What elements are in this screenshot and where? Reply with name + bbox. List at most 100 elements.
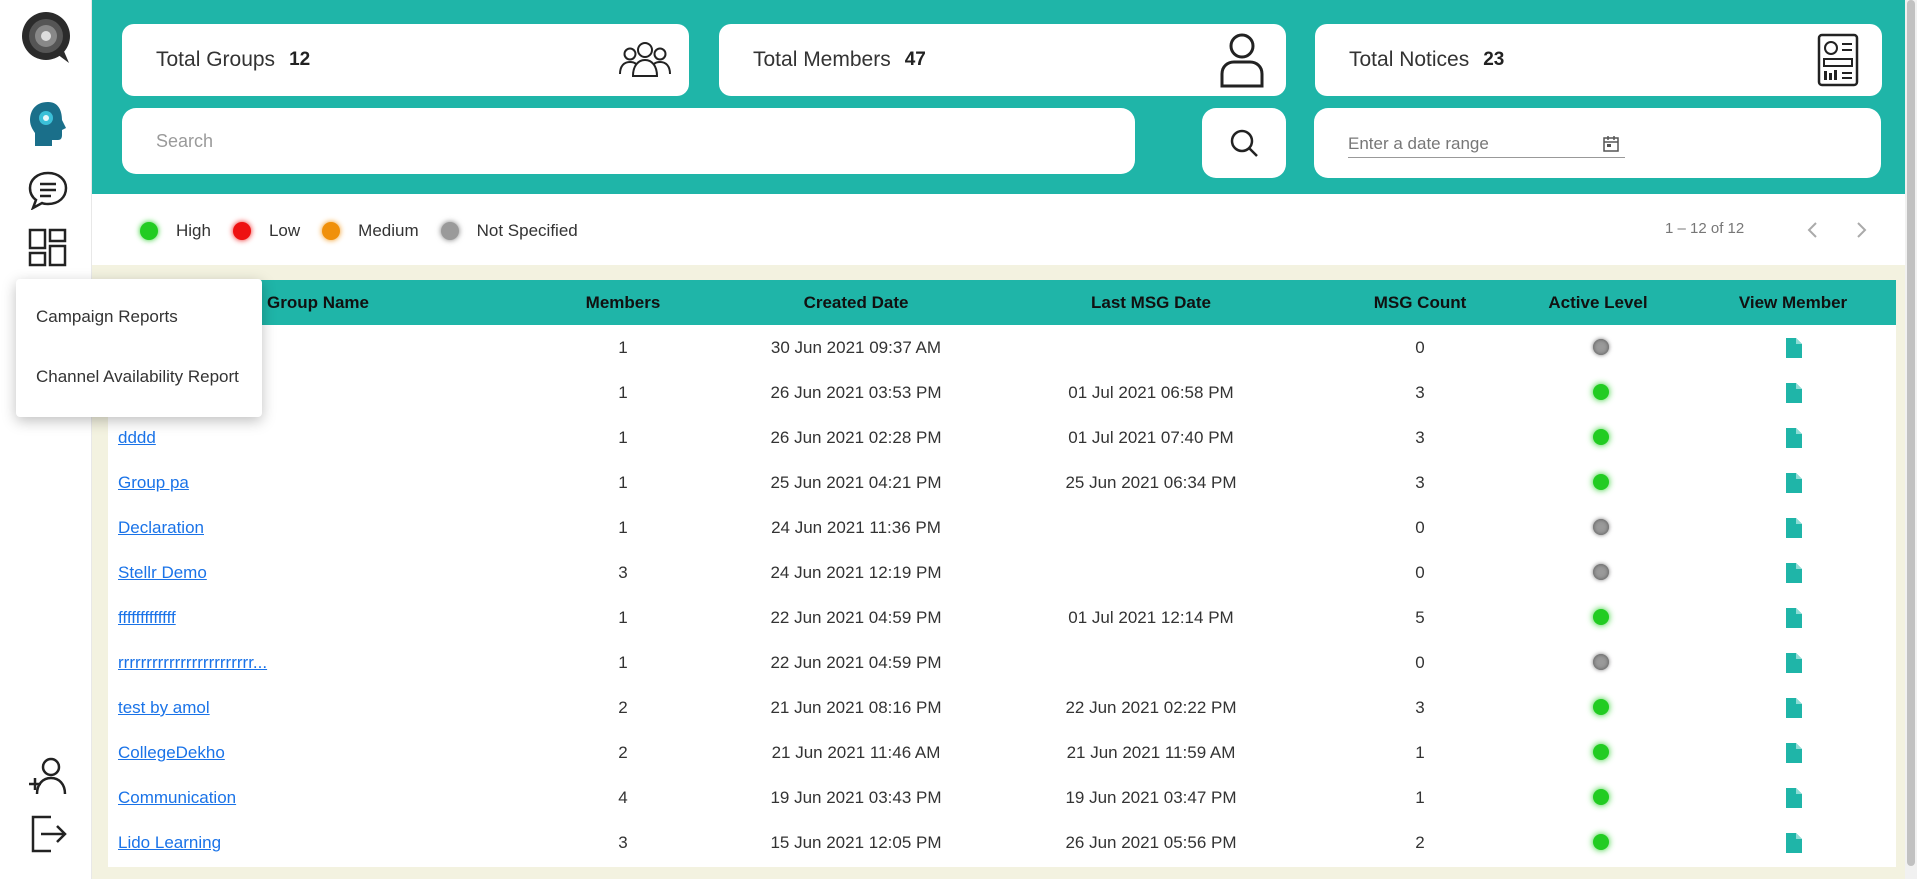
view-member-file-icon[interactable] <box>1786 563 1802 583</box>
pagination-range: 1 – 12 of 12 <box>1665 220 1745 237</box>
cell-members: 1 <box>618 338 628 357</box>
total-groups-card: Total Groups 12 <box>122 24 689 96</box>
legend-label-high: High <box>176 221 211 240</box>
search-button[interactable] <box>1202 108 1286 178</box>
header-members[interactable]: Members <box>573 280 673 325</box>
header-last-msg-date[interactable]: Last MSG Date <box>1041 280 1261 325</box>
menu-item-channel-availability-report[interactable]: Channel Availability Report <box>36 367 239 387</box>
table-header: Group Name Members Created Date Last MSG… <box>108 280 1896 325</box>
view-member-file-icon[interactable] <box>1786 833 1802 853</box>
view-member-file-icon[interactable] <box>1786 653 1802 673</box>
cell-members: 1 <box>618 653 628 672</box>
active-level-indicator <box>1593 834 1609 850</box>
active-level-indicator <box>1593 654 1609 670</box>
group-name-link[interactable]: Communication <box>118 775 236 820</box>
view-member-file-icon[interactable] <box>1786 788 1802 808</box>
app-logo-icon[interactable] <box>18 10 74 66</box>
table-row: CollegeDekho 2 21 Jun 2021 11:46 AM 21 Jun … <box>108 730 1896 775</box>
group-name-link[interactable]: Group pa <box>118 460 189 505</box>
active-level-indicator <box>1593 564 1609 580</box>
view-member-file-icon[interactable] <box>1786 338 1802 358</box>
previous-page-button[interactable] <box>1800 218 1824 242</box>
brain-icon[interactable] <box>24 100 72 148</box>
header-group-name[interactable]: Group Name <box>258 280 378 325</box>
header-active-level[interactable]: Active Level <box>1528 280 1668 325</box>
groups-table-container: Group Name Members Created Date Last MSG… <box>92 265 1917 879</box>
cell-last <box>1041 325 1261 370</box>
view-member-file-icon[interactable] <box>1786 518 1802 538</box>
view-member-file-icon[interactable] <box>1786 428 1802 448</box>
legend-label-low: Low <box>268 221 301 240</box>
cell-created: 30 Jun 2021 09:37 AM <box>770 338 942 357</box>
cell-created: 22 Jun 2021 04:59 PM <box>770 653 942 672</box>
header-msg-count[interactable]: MSG Count <box>1355 280 1485 325</box>
cell-last <box>1041 550 1261 595</box>
table-row: dddd 1 26 Jun 2021 02:28 PM 01 Jul 2021 07:… <box>108 415 1896 460</box>
view-member-file-icon[interactable] <box>1786 473 1802 493</box>
cell-last: 01 Jul 2021 07:40 PM <box>1068 428 1234 447</box>
cell-members: 2 <box>618 698 628 717</box>
group-name-link[interactable]: dddd <box>118 415 156 460</box>
table-row: hhhhhhhhhh...126 Jun 2021 03:53 PM01 Jul… <box>108 370 1896 415</box>
cell-count: 3 <box>1415 698 1425 717</box>
next-page-button[interactable] <box>1850 218 1874 242</box>
dashboard-icon[interactable] <box>24 224 72 272</box>
menu-item-campaign-reports[interactable]: Campaign Reports <box>36 307 178 327</box>
page-scrollbar[interactable] <box>1905 0 1917 879</box>
date-range-input[interactable]: Enter a date range <box>1348 130 1625 158</box>
active-level-indicator <box>1593 384 1609 400</box>
total-groups-label: Total Groups <box>156 48 276 71</box>
group-name-link[interactable]: Declaration <box>118 505 204 550</box>
cell-last: 26 Jun 2021 05:56 PM <box>1065 833 1237 852</box>
cell-members: 1 <box>618 428 628 447</box>
logout-icon[interactable] <box>24 810 72 858</box>
cell-created: 25 Jun 2021 04:21 PM <box>770 473 942 492</box>
date-range-box: Enter a date range <box>1314 108 1881 178</box>
cell-members: 2 <box>618 743 628 762</box>
view-member-file-icon[interactable] <box>1786 698 1802 718</box>
view-member-file-icon[interactable] <box>1786 608 1802 628</box>
add-user-icon[interactable] <box>24 752 72 800</box>
group-name-link[interactable]: Lido Learning <box>118 820 221 865</box>
legend-item-not-specified: Not Specified <box>440 221 578 241</box>
search-input[interactable] <box>156 130 1096 152</box>
view-member-file-icon[interactable] <box>1786 383 1802 403</box>
cell-count: 0 <box>1415 653 1425 672</box>
cell-members: 1 <box>618 608 628 627</box>
cell-created: 15 Jun 2021 12:05 PM <box>770 833 942 852</box>
view-member-file-icon[interactable] <box>1786 743 1802 763</box>
cell-members: 1 <box>618 473 628 492</box>
cell-members: 3 <box>618 833 628 852</box>
cell-created: 21 Jun 2021 08:16 PM <box>770 698 942 717</box>
chat-icon[interactable] <box>24 166 72 214</box>
cell-count: 0 <box>1415 338 1425 357</box>
cell-count: 0 <box>1415 518 1425 537</box>
cell-members: 4 <box>618 788 628 807</box>
total-groups-value: 12 <box>289 49 311 70</box>
active-level-indicator <box>1593 789 1609 805</box>
cell-count: 0 <box>1415 563 1425 582</box>
chevron-right-icon <box>1857 222 1867 238</box>
legend-item-medium: Medium <box>322 221 419 241</box>
group-name-link[interactable]: Stellr Demo <box>118 550 207 595</box>
group-name-link[interactable]: test by amol <box>118 685 210 730</box>
cell-count: 1 <box>1415 788 1425 807</box>
group-name-link[interactable]: rrrrrrrrrrrrrrrrrrrrrrrr... <box>118 640 267 685</box>
group-name-link[interactable]: fffffffffffff <box>118 595 176 640</box>
cell-last: 21 Jun 2021 11:59 AM <box>1066 743 1236 762</box>
calendar-icon[interactable] <box>1603 136 1619 152</box>
active-level-indicator <box>1593 339 1609 355</box>
cell-last: 19 Jun 2021 03:47 PM <box>1065 788 1237 807</box>
chevron-left-icon <box>1807 222 1817 238</box>
cell-count: 5 <box>1415 608 1425 627</box>
total-members-value: 47 <box>904 49 926 70</box>
group-name-link[interactable]: CollegeDekho <box>118 730 225 775</box>
active-level-indicator <box>1593 609 1609 625</box>
cell-last <box>1041 505 1261 550</box>
header-view-member[interactable]: View Member <box>1718 280 1868 325</box>
header-created-date[interactable]: Created Date <box>746 280 966 325</box>
scrollbar-thumb[interactable] <box>1907 0 1915 866</box>
table-row: 1130 Jun 2021 09:37 AM0 <box>108 325 1896 370</box>
table-row: rrrrrrrrrrrrrrrrrrrrrrrr... 1 22 Jun 2021 … <box>108 640 1896 685</box>
cell-count: 1 <box>1415 743 1425 762</box>
